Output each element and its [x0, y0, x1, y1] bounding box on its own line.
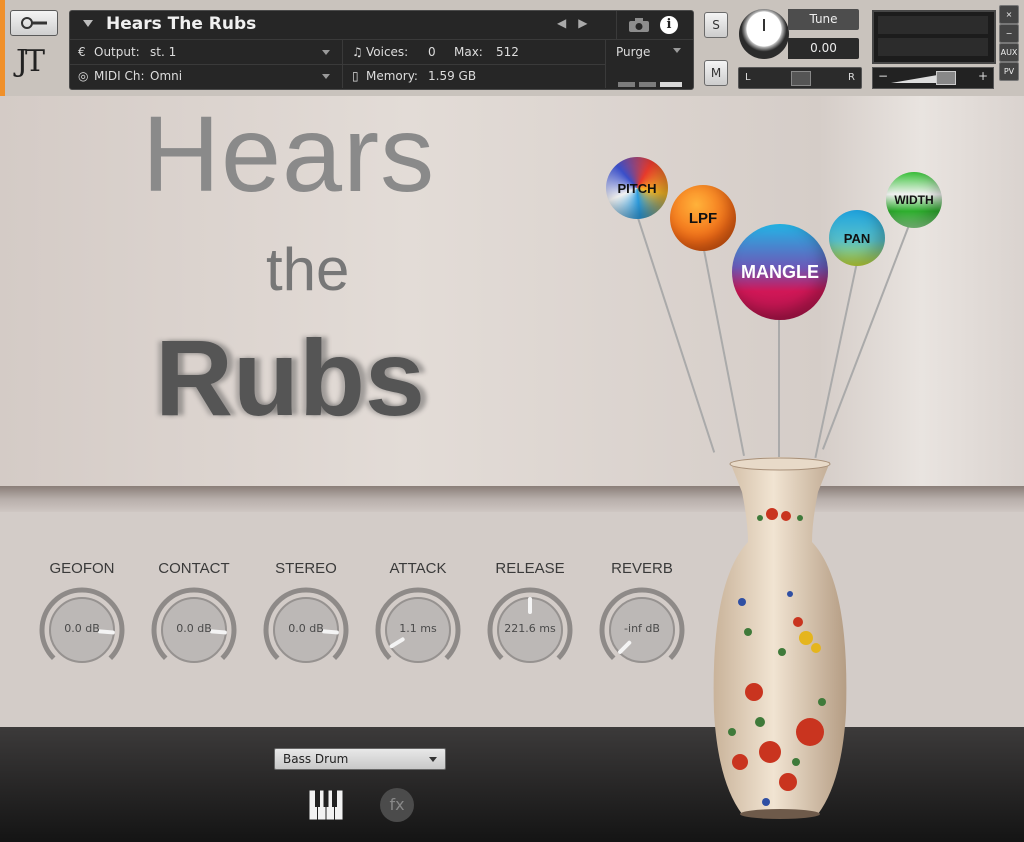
tune-knob[interactable] [739, 9, 789, 59]
title-line-3: Rubs [155, 317, 425, 438]
pan-balloon[interactable]: PAN [829, 210, 885, 266]
pitch-balloon[interactable]: PITCH [606, 157, 668, 219]
background-sill [0, 486, 1024, 512]
wrench-icon [21, 17, 47, 29]
title-line-1: Hears [142, 93, 436, 214]
instrument-header: JT Hears The Rubs ◀▶ i € Output: st. 1 ♫… [0, 0, 1024, 96]
volume-slider[interactable]: − + [872, 67, 994, 89]
preset-dropdown[interactable]: Bass Drum [274, 748, 446, 770]
instrument-nav-arrows[interactable]: ◀▶ [557, 16, 599, 30]
mute-button[interactable]: M [704, 60, 728, 86]
title-line-2: the [266, 236, 350, 303]
knob-release[interactable]: RELEASE 221.6 ms [482, 560, 578, 670]
purge-menu[interactable]: Purge [605, 40, 693, 88]
mangle-balloon[interactable]: MANGLE [732, 224, 828, 320]
minimize-button[interactable]: − [999, 24, 1019, 43]
background-table [0, 727, 1024, 842]
voices-icon: ♫ [352, 45, 363, 59]
max-label: Max: [454, 45, 483, 59]
logo: JT [16, 44, 45, 79]
pan-right-label: R [848, 72, 855, 83]
instrument-menu-arrow-icon[interactable] [83, 20, 93, 27]
pan-slider[interactable]: L R [738, 67, 862, 89]
knob-value: 1.1 ms [399, 622, 437, 635]
aux-button[interactable]: AUX [999, 43, 1019, 62]
instrument-panel: Hears The Rubs ◀▶ i € Output: st. 1 ♫ Vo… [69, 10, 694, 90]
info-icon[interactable]: i [660, 16, 678, 34]
max-voices-value[interactable]: 512 [496, 45, 519, 59]
knob-stereo[interactable]: STEREO 0.0 dB [258, 560, 354, 670]
output-label: Output: [94, 45, 140, 59]
knob-geofon[interactable]: GEOFON 0.0 dB [34, 560, 130, 670]
purge-dropdown-icon[interactable] [673, 48, 681, 53]
mangle-stick [778, 318, 780, 458]
knob-label: CONTACT [158, 560, 230, 577]
midi-icon: ◎ [78, 69, 89, 83]
snapshot-button[interactable] [616, 11, 659, 39]
lpf-balloon-label: LPF [688, 209, 718, 227]
preset-value: Bass Drum [283, 752, 349, 766]
level-meter [872, 10, 996, 64]
pitch-balloon-label: PITCH [617, 180, 657, 196]
volume-plus-label: + [977, 69, 988, 83]
lpf-balloon[interactable]: LPF [670, 185, 736, 251]
tune-label: Tune [788, 9, 859, 30]
memory-icon: ▯ [352, 69, 359, 83]
knob-value: 0.0 dB [176, 622, 212, 635]
knob-value: 221.6 ms [504, 622, 556, 635]
instrument-title[interactable]: Hears The Rubs [106, 14, 256, 34]
output-dropdown-icon[interactable] [322, 50, 330, 55]
knob-value: 0.0 dB [64, 622, 100, 635]
knob-attack[interactable]: ATTACK 1.1 ms [370, 560, 466, 670]
pan-balloon-label: PAN [843, 230, 871, 246]
knob-label: GEOFON [49, 560, 115, 577]
solo-button[interactable]: S [704, 12, 728, 38]
width-balloon-label: WIDTH [894, 193, 934, 207]
volume-minus-label: − [878, 69, 889, 83]
knob-value: 0.0 dB [288, 622, 324, 635]
output-icon: € [78, 45, 86, 59]
vase-image [713, 457, 847, 819]
close-button[interactable]: × [999, 5, 1019, 24]
keyboard-icon[interactable] [309, 790, 343, 820]
mangle-balloon-label: MANGLE [741, 261, 819, 282]
knob-label: REVERB [611, 560, 673, 577]
memory-value: 1.59 GB [428, 69, 477, 83]
knob-label: RELEASE [495, 560, 565, 577]
volume-slider-thumb[interactable] [936, 71, 956, 85]
voices-label: Voices: [366, 45, 409, 59]
pv-button[interactable]: PV [999, 62, 1019, 81]
knob-contact[interactable]: CONTACT 0.0 dB [146, 560, 242, 670]
output-value[interactable]: st. 1 [150, 45, 176, 59]
knob-label: STEREO [275, 560, 337, 577]
midi-value[interactable]: Omni [150, 69, 182, 83]
purge-label[interactable]: Purge [616, 45, 650, 59]
tune-value[interactable]: 0.00 [788, 38, 859, 59]
voice-meters [618, 72, 686, 91]
pan-left-label: L [745, 72, 751, 83]
fx-button[interactable]: fx [380, 788, 414, 822]
midi-dropdown-icon[interactable] [322, 74, 330, 79]
voices-value: 0 [428, 45, 436, 59]
knob-label: ATTACK [389, 560, 447, 577]
camera-icon [629, 18, 649, 32]
preset-dropdown-icon [429, 757, 437, 762]
selection-edge [0, 0, 5, 96]
width-balloon[interactable]: WIDTH [886, 172, 942, 228]
wrench-button[interactable] [10, 10, 58, 36]
midi-label: MIDI Ch: [94, 69, 145, 83]
memory-label: Memory: [366, 69, 418, 83]
knob-reverb[interactable]: REVERB -inf dB [594, 560, 690, 670]
pan-slider-thumb[interactable] [791, 71, 811, 86]
knob-value: -inf dB [624, 622, 660, 635]
